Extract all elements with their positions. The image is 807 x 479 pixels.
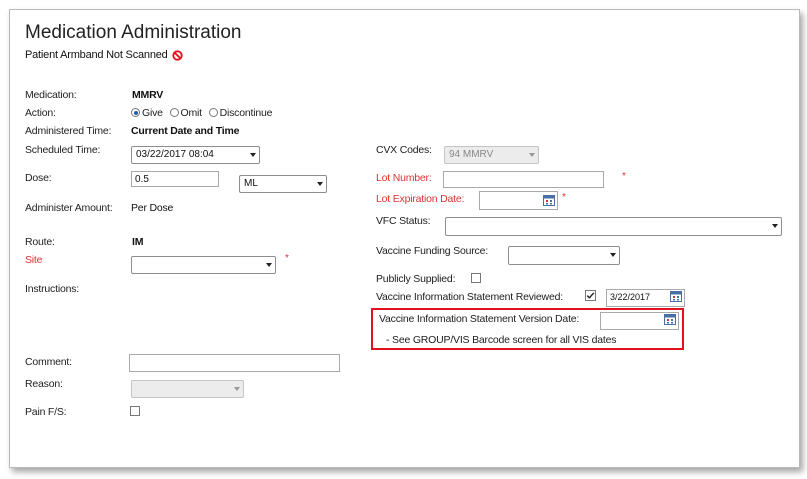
publicly-supplied-checkbox[interactable]: [471, 273, 481, 283]
action-radio-group: Give Omit Discontinue: [131, 107, 272, 119]
action-omit-label: Omit: [180, 107, 203, 119]
route-label: Route:: [25, 236, 55, 248]
vis-reviewed-date-input[interactable]: 3/22/2017: [606, 289, 685, 307]
pain-checkbox[interactable]: [130, 406, 140, 416]
site-required-marker: *: [285, 253, 289, 264]
chevron-down-icon: [234, 387, 240, 391]
dose-input[interactable]: 0.5: [131, 171, 219, 187]
chevron-down-icon: [529, 153, 535, 157]
publicly-supplied-label: Publicly Supplied:: [376, 273, 456, 285]
funding-source-select[interactable]: [508, 246, 620, 265]
cvx-codes-value: 94 MMRV: [449, 149, 494, 160]
page-title: Medication Administration: [25, 22, 242, 43]
vis-reviewed-checkbox[interactable]: [585, 290, 596, 301]
chevron-down-icon: [266, 263, 272, 267]
funding-source-label: Vaccine Funding Source:: [376, 245, 488, 257]
vis-note: - See GROUP/VIS Barcode screen for all V…: [386, 334, 617, 346]
instructions-label: Instructions:: [25, 283, 80, 295]
administered-time-label: Administered Time:: [25, 125, 112, 137]
scheduled-time-select[interactable]: 03/22/2017 08:04: [131, 146, 260, 164]
chevron-down-icon: [772, 224, 778, 228]
action-give-label: Give: [142, 107, 163, 119]
lot-expiration-label: Lot Expiration Date:: [376, 193, 465, 205]
vfc-status-label: VFC Status:: [376, 215, 431, 227]
action-discontinue-label: Discontinue: [219, 107, 273, 119]
vis-version-label: Vaccine Information Statement Version Da…: [379, 313, 580, 325]
chevron-down-icon: [610, 253, 616, 257]
site-label: Site: [25, 254, 43, 266]
medication-value: MMRV: [132, 89, 164, 101]
action-give-radio[interactable]: Give: [131, 107, 163, 119]
lot-number-label: Lot Number:: [376, 172, 432, 184]
dose-label: Dose:: [25, 172, 52, 184]
prohibited-icon: [171, 49, 183, 61]
lot-number-required-marker: *: [622, 171, 626, 182]
action-label: Action:: [25, 107, 56, 119]
dose-unit-select[interactable]: ML: [239, 175, 327, 193]
administered-time-value: Current Date and Time: [131, 125, 240, 137]
patient-warning-text: Patient Armband Not Scanned: [25, 49, 168, 61]
medication-administration-window: Medication Administration Patient Armban…: [9, 9, 800, 468]
administer-amount-value: Per Dose: [131, 202, 174, 214]
cvx-codes-label: CVX Codes:: [376, 144, 432, 156]
lot-number-input[interactable]: [443, 171, 604, 188]
vfc-status-select[interactable]: [445, 217, 782, 236]
radio-icon[interactable]: [169, 108, 179, 117]
lot-expiration-required-marker: *: [562, 192, 566, 203]
chevron-down-icon: [317, 182, 323, 186]
dose-unit-value: ML: [244, 178, 258, 189]
comment-label: Comment:: [25, 356, 72, 368]
pain-label: Pain F/S:: [25, 406, 67, 418]
action-omit-radio[interactable]: Omit: [169, 107, 203, 119]
medication-label: Medication:: [25, 89, 77, 101]
reason-label: Reason:: [25, 378, 63, 390]
vis-reviewed-label: Vaccine Information Statement Reviewed:: [376, 291, 563, 303]
vis-reviewed-date-value: 3/22/2017: [610, 292, 651, 302]
calendar-icon[interactable]: [543, 195, 555, 206]
patient-armband-warning: Patient Armband Not Scanned: [25, 49, 183, 61]
cvx-codes-select[interactable]: 94 MMRV: [444, 146, 539, 164]
radio-selected-icon[interactable]: [131, 108, 140, 117]
route-value: IM: [132, 236, 144, 248]
scheduled-time-value: 03/22/2017 08:04: [136, 149, 214, 160]
comment-input[interactable]: [129, 354, 340, 372]
action-discontinue-radio[interactable]: Discontinue: [208, 107, 273, 119]
radio-icon[interactable]: [208, 108, 218, 117]
administer-amount-label: Administer Amount:: [25, 202, 113, 214]
reason-select[interactable]: [131, 380, 244, 398]
lot-expiration-input[interactable]: [479, 191, 558, 210]
site-select[interactable]: [131, 256, 276, 274]
calendar-icon[interactable]: [670, 291, 682, 302]
chevron-down-icon: [250, 153, 256, 157]
scheduled-time-label: Scheduled Time:: [25, 144, 101, 156]
vis-version-date-input[interactable]: [600, 312, 679, 330]
calendar-icon[interactable]: [664, 314, 676, 325]
